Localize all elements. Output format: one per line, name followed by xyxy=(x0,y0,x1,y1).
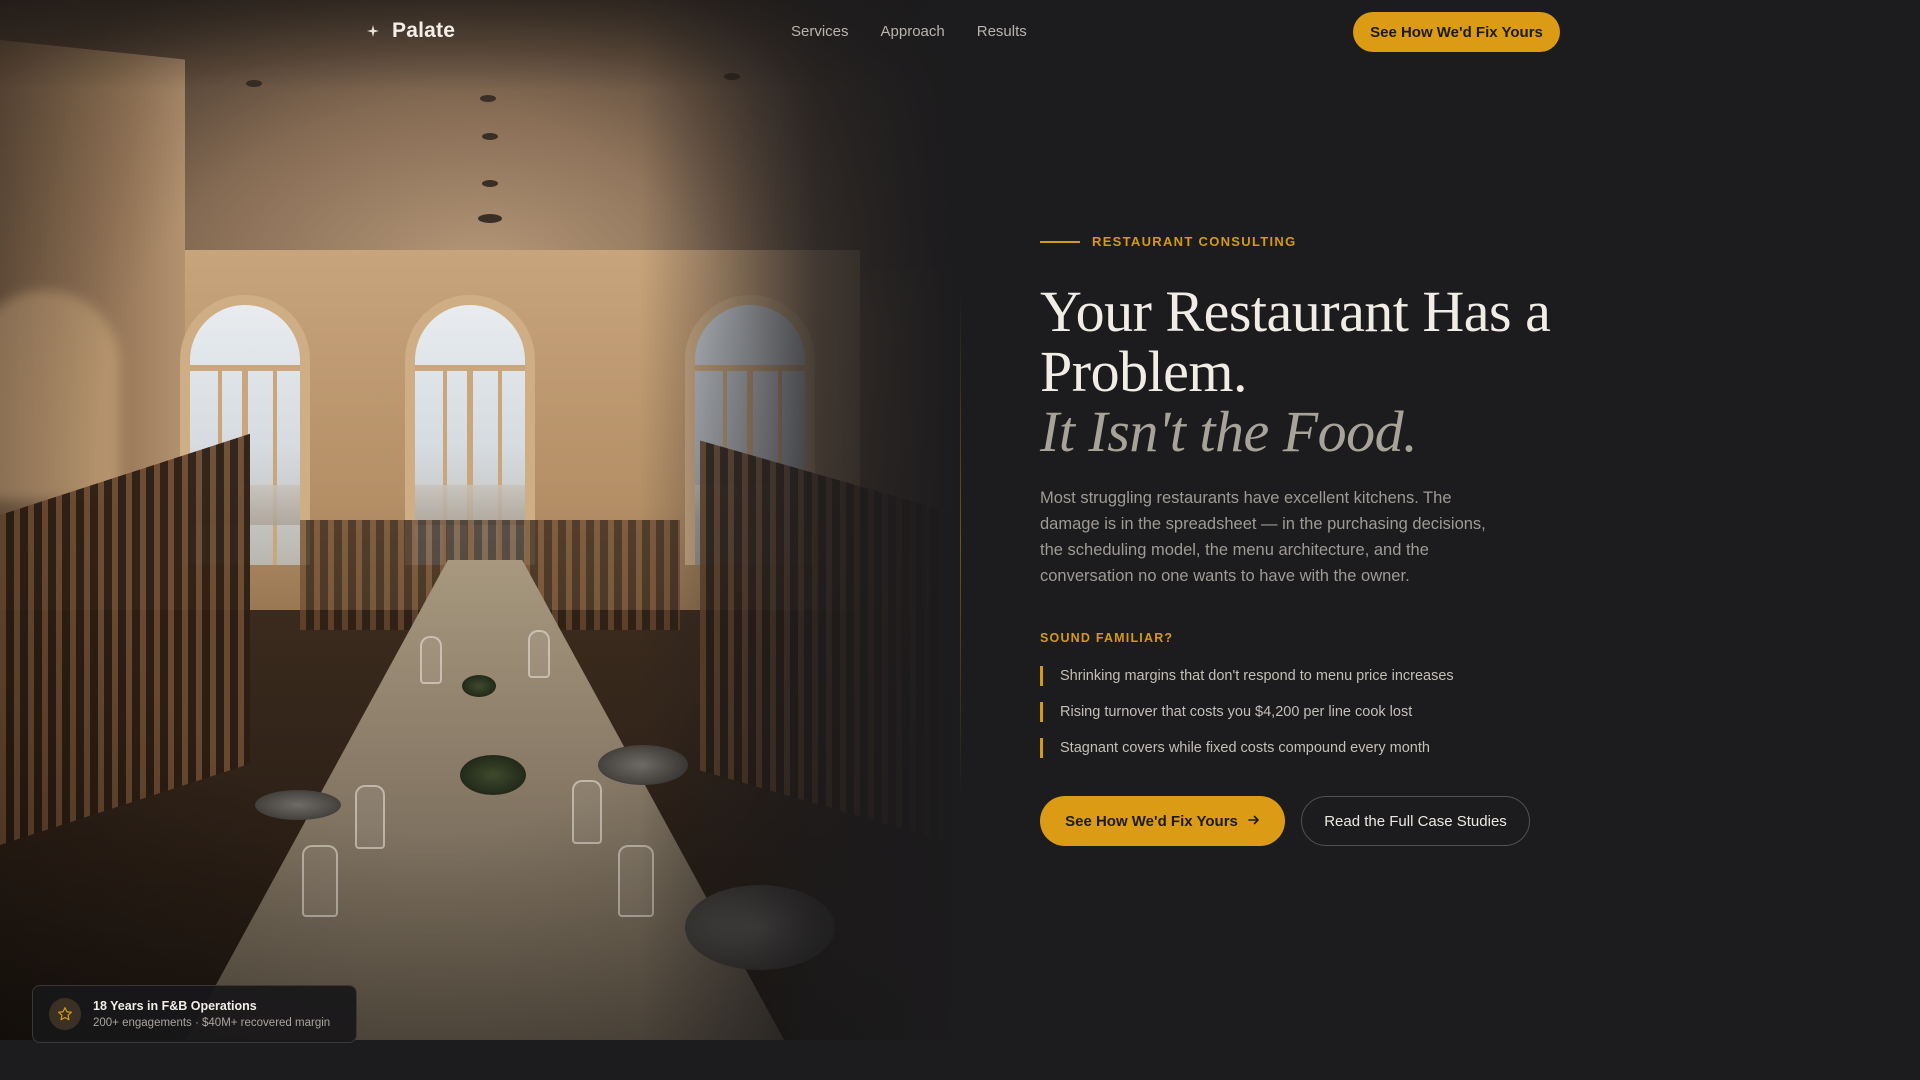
hero-headline: Your Restaurant Has a Problem. It Isn't … xyxy=(1040,282,1600,462)
nav-links: Services Approach Results xyxy=(791,23,1027,40)
nav-link-approach[interactable]: Approach xyxy=(881,23,945,40)
eyebrow: RESTAURANT CONSULTING xyxy=(1040,234,1296,249)
primary-cta-label: See How We'd Fix Yours xyxy=(1065,812,1238,830)
list-item: Stagnant covers while fixed costs compou… xyxy=(1040,738,1454,758)
accent-divider xyxy=(960,288,961,798)
pain-point-text: Stagnant covers while fixed costs compou… xyxy=(1060,740,1430,756)
credibility-badge: 18 Years in F&B Operations 200+ engageme… xyxy=(32,985,357,1043)
pain-point-list: Shrinking margins that don't respond to … xyxy=(1040,666,1454,774)
brand-name: Palate xyxy=(392,19,456,42)
badge-subtitle: 200+ engagements · $40M+ recovered margi… xyxy=(93,1017,331,1029)
nav-link-results[interactable]: Results xyxy=(977,23,1027,40)
eyebrow-rule xyxy=(1040,240,1080,243)
accent-bar xyxy=(1040,666,1043,686)
eyebrow-label: RESTAURANT CONSULTING xyxy=(1092,234,1297,249)
accent-bar xyxy=(1040,702,1043,722)
badge-title: 18 Years in F&B Operations xyxy=(93,999,257,1013)
pain-point-text: Rising turnover that costs you $4,200 pe… xyxy=(1060,704,1413,720)
pain-point-text: Shrinking margins that don't respond to … xyxy=(1060,668,1454,684)
list-item: Shrinking margins that don't respond to … xyxy=(1040,666,1454,686)
hero-image-restaurant-interior xyxy=(0,0,960,1040)
case-studies-button[interactable]: Read the Full Case Studies xyxy=(1301,796,1530,846)
accent-bar xyxy=(1040,738,1043,758)
list-item: Rising turnover that costs you $4,200 pe… xyxy=(1040,702,1454,722)
headline-line-1: Your Restaurant Has a xyxy=(1040,279,1551,344)
landing-page: Palate Services Approach Results See How… xyxy=(0,0,1920,1080)
headline-line-2: Problem. xyxy=(1040,339,1248,404)
hero-body: Most struggling restaurants have excelle… xyxy=(1040,489,1486,585)
primary-cta-button[interactable]: See How We'd Fix Yours xyxy=(1040,796,1285,846)
image-fade xyxy=(640,0,960,1040)
sparkle-icon xyxy=(366,24,380,38)
badge-text: 18 Years in F&B Operations 200+ engageme… xyxy=(93,999,330,1029)
headline-italic: It Isn't the Food. xyxy=(1040,399,1418,464)
nav-cta-button[interactable]: See How We'd Fix Yours xyxy=(1353,12,1560,52)
star-icon xyxy=(49,998,81,1030)
nav-link-services[interactable]: Services xyxy=(791,23,849,40)
top-nav: Palate Services Approach Results See How… xyxy=(0,0,1920,64)
brand-logo-link[interactable]: Palate xyxy=(366,19,455,43)
section-kicker: SOUND FAMILIAR? xyxy=(1040,631,1174,645)
arrow-right-icon xyxy=(1248,813,1260,830)
